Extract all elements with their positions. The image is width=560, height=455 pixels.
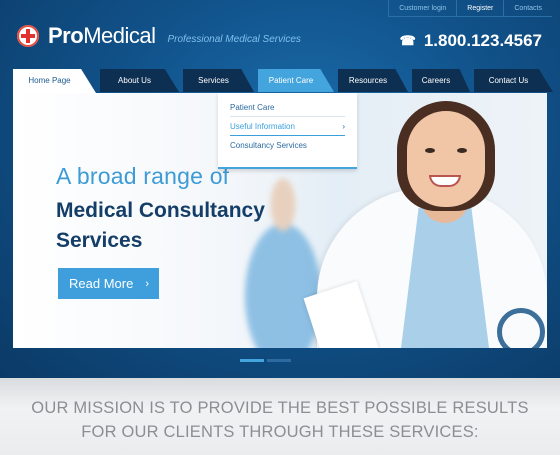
hero-headline-bold: Medical Consultancy Services [56, 199, 265, 252]
hero-headline-light: A broad range of [56, 163, 230, 189]
logo[interactable]: Pro Medical Professional Medical Service… [17, 23, 301, 49]
mission-section: OUR MISSION IS TO PROVIDE THE BEST POSSI… [0, 378, 560, 455]
brand-medical: Medical [83, 23, 156, 48]
tab-home-page[interactable]: Home Page [13, 69, 96, 93]
dropdown-item-useful-information[interactable]: Useful Information › [230, 117, 345, 136]
doctor-face [407, 111, 485, 207]
doctor-eye-left [425, 148, 435, 153]
tab-resources[interactable]: Resources [338, 69, 408, 92]
slider-dot-1[interactable] [240, 359, 264, 362]
tab-patient-care[interactable]: Patient Care [258, 69, 334, 92]
dropdown-item-label: Useful Information [230, 121, 295, 131]
register-link[interactable]: Register [456, 0, 503, 16]
chevron-right-icon: › [342, 121, 345, 131]
main-nav: Home Page About Us Services Patient Care… [13, 69, 557, 93]
slider-pagination [240, 359, 294, 362]
site-header: Customer login Register Contacts Pro Med… [0, 0, 560, 378]
mission-statement: OUR MISSION IS TO PROVIDE THE BEST POSSI… [0, 378, 560, 444]
chevron-right-icon: › [145, 277, 149, 290]
mission-line-2: FOR OUR CLIENTS THROUGH THESE SERVICES: [81, 423, 479, 441]
medical-cross-icon [17, 25, 39, 47]
mission-line-1: OUR MISSION IS TO PROVIDE THE BEST POSSI… [31, 399, 529, 417]
tab-about-us[interactable]: About Us [100, 69, 179, 92]
contacts-link[interactable]: Contacts [503, 0, 552, 16]
tab-careers[interactable]: Careers [412, 69, 470, 92]
dropdown-item-label: Patient Care [230, 102, 275, 112]
dropdown-item-consultancy-services[interactable]: Consultancy Services [230, 136, 345, 155]
tab-services[interactable]: Services [183, 69, 254, 92]
dropdown-item-label: Consultancy Services [230, 141, 307, 150]
stethoscope-icon [497, 308, 545, 348]
phone-number: ☎ 1.800.123.4567 [400, 31, 542, 51]
read-more-label: Read More [69, 276, 134, 291]
patient-care-dropdown: Patient Care Useful Information › Consul… [218, 93, 357, 169]
dropdown-item-patient-care[interactable]: Patient Care [230, 98, 345, 117]
tagline: Professional Medical Services [167, 33, 301, 45]
phone-icon: ☎ [399, 33, 416, 48]
read-more-button[interactable]: Read More › [58, 268, 159, 299]
tab-contact-us[interactable]: Contact Us [474, 69, 553, 92]
doctor-eye-right [457, 148, 467, 153]
phone-text: 1.800.123.4567 [423, 31, 542, 50]
customer-login-link[interactable]: Customer login [388, 0, 456, 16]
slider-dot-2[interactable] [267, 359, 291, 362]
brand-pro: Pro [48, 23, 84, 48]
top-links: Customer login Register Contacts [388, 0, 552, 17]
